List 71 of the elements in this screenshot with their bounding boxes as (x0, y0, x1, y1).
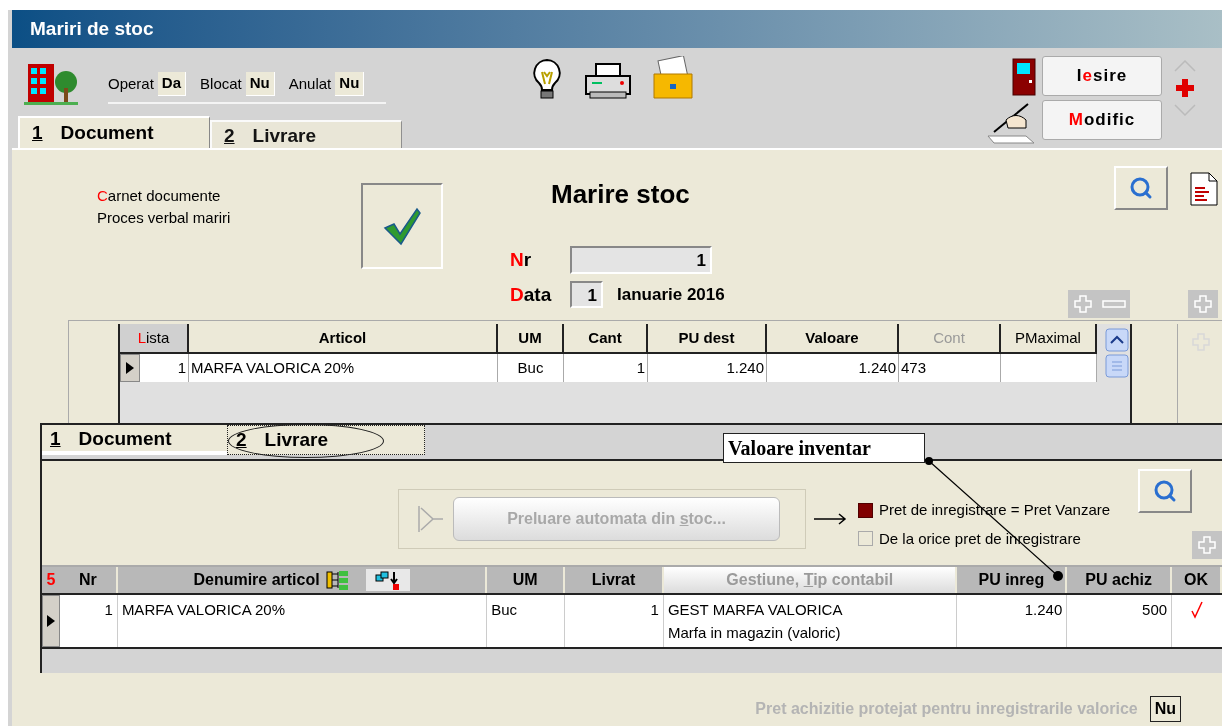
horizontal-scrollbar[interactable] (42, 649, 1222, 673)
table-cell: Buc (487, 595, 566, 647)
column-header[interactable]: Lista (120, 324, 189, 352)
row-marker[interactable] (42, 595, 60, 647)
table-cell-text: GEST MARFA VALORICA (667, 600, 844, 620)
flag-label: Blocat (200, 73, 242, 94)
carnet-label[interactable]: Carnet documente (97, 185, 297, 207)
checkbox[interactable] (858, 531, 873, 547)
table-cell: 500 (1067, 595, 1173, 647)
table-cell: 473 (899, 354, 1001, 382)
search-button[interactable] (1114, 166, 1168, 210)
tab[interactable]: 1 Document (18, 116, 210, 148)
table-cell: MARFA VALORICA 20% (189, 354, 498, 382)
column-header[interactable]: UM (498, 324, 564, 352)
flag-value: Da (157, 72, 187, 96)
table-cell: 1 (140, 354, 189, 382)
table-cell: 1.240 (648, 354, 767, 382)
table-cell-text: Marfa in magazin (valoric) (667, 622, 842, 643)
scroll-up-icon[interactable] (1104, 328, 1129, 352)
column-header[interactable]: Nr (59, 567, 118, 593)
table-cell: 1.240 (957, 595, 1068, 647)
column-header[interactable]: PMaximal (1001, 324, 1097, 352)
tab[interactable]: 1 Document (42, 425, 227, 455)
column-header[interactable]: PU achiz (1067, 567, 1173, 593)
tree-icon[interactable] (325, 569, 350, 591)
table-cell: 1.240 (767, 354, 899, 382)
search-button[interactable] (1138, 469, 1192, 513)
row-marker[interactable] (120, 354, 140, 382)
date-label: Data (510, 282, 553, 307)
door-icon[interactable] (1012, 58, 1036, 96)
flag-value: Nu (335, 72, 365, 96)
flag-label: Anulat (288, 73, 332, 94)
scroll-thumb-icon[interactable] (1104, 354, 1129, 378)
search-icon (1129, 176, 1153, 200)
row-pointer-icon (125, 361, 135, 375)
number-field[interactable]: 1 (570, 246, 712, 275)
table-cell: 1 (564, 354, 648, 382)
action-button[interactable]: Modific (1042, 100, 1162, 140)
number-label: Nr (510, 248, 533, 272)
table-cell: 1 (565, 595, 664, 647)
arrow-icon (814, 513, 848, 525)
column-header[interactable]: Denumire articol (117, 567, 488, 593)
day-field[interactable]: 1 (570, 281, 603, 309)
flag-value: Nu (245, 72, 275, 96)
tab[interactable]: 2 Livrare (227, 425, 425, 455)
row-pointer-icon (46, 614, 56, 628)
row-count: 5 (45, 570, 57, 590)
column-header[interactable]: Cant (564, 324, 648, 352)
hand-writing-icon[interactable] (984, 100, 1036, 144)
transfer-icon[interactable] (365, 569, 410, 591)
table-cell: MARFA VALORICA 20% (117, 595, 488, 647)
callout-label: Valoare inventar (723, 433, 925, 463)
column-header[interactable]: OK (1172, 567, 1222, 593)
column-header[interactable]: PU dest (648, 324, 767, 352)
carnet-value: Proces verbal mariri (97, 208, 232, 228)
protected-price-label: Pret achizitie protejat pentru inregistrarile valorice (755, 699, 1138, 719)
column-header[interactable]: Articol (189, 324, 498, 352)
document-heading: Marire stoc (551, 178, 691, 210)
search-icon (1153, 479, 1177, 503)
window-title: Mariri de stoc (30, 16, 154, 41)
document-icon[interactable] (1190, 172, 1218, 206)
column-header[interactable]: Valoare (767, 324, 899, 352)
action-button[interactable]: Iesire (1042, 56, 1162, 96)
tab[interactable]: 2 Livrare (210, 120, 402, 148)
checkbox[interactable] (858, 502, 873, 518)
table-cell: 1 (59, 595, 118, 647)
month-year-text: Ianuarie 2016 (617, 284, 725, 306)
column-header[interactable]: UM (487, 567, 566, 593)
flag-label: Operat (108, 73, 154, 94)
table-cell: Buc (498, 354, 564, 382)
plus-icon[interactable] (1175, 78, 1195, 98)
